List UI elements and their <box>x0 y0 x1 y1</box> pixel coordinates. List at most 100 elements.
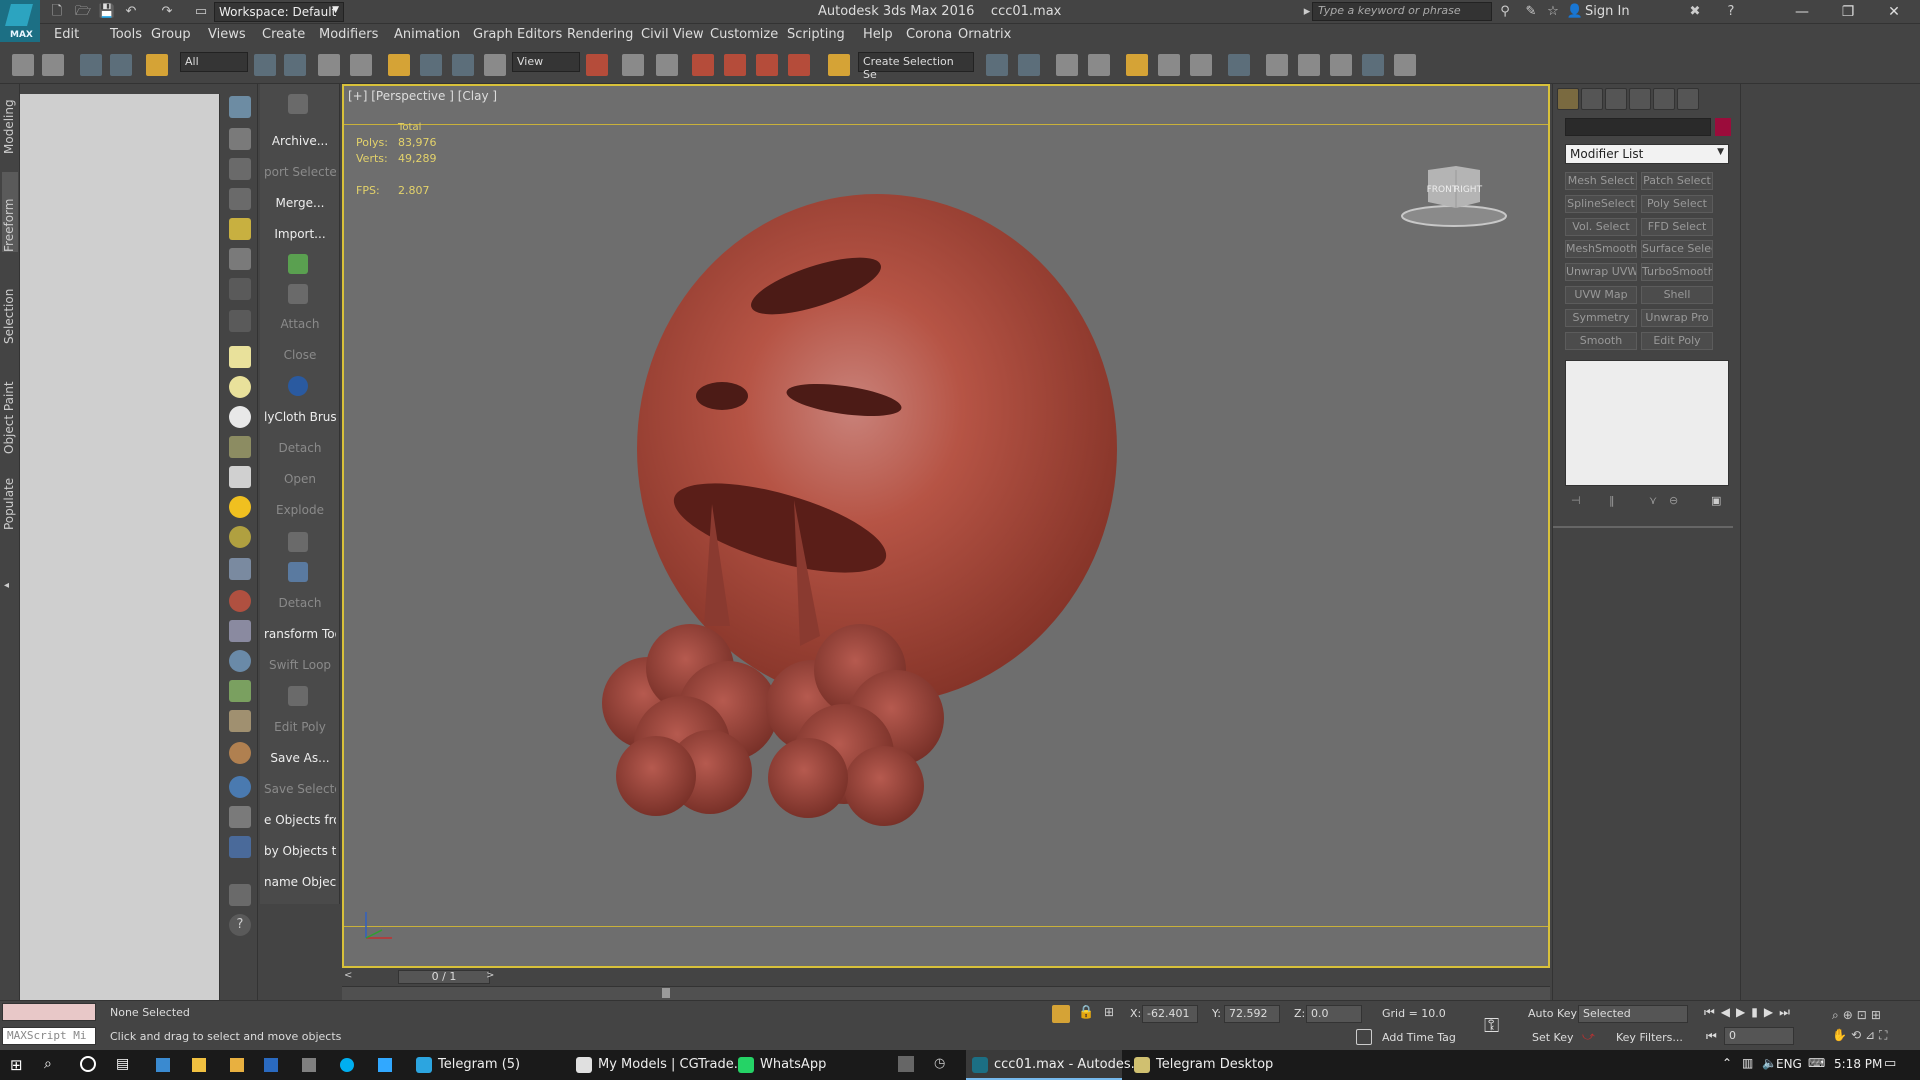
modifier-button-splineselect[interactable]: SplineSelect <box>1565 194 1637 213</box>
select-move-icon[interactable] <box>388 54 410 76</box>
pivot-center-icon[interactable] <box>586 54 608 76</box>
material-editor-icon[interactable] <box>1228 54 1250 76</box>
modifier-button-uvw-map[interactable]: UVW Map <box>1565 286 1637 304</box>
water-icon[interactable] <box>229 776 251 798</box>
database-icon[interactable] <box>229 836 251 858</box>
lock-icon[interactable]: 🔒 <box>1078 1005 1094 1020</box>
track-bar-marker[interactable] <box>662 988 670 998</box>
paint-icon[interactable] <box>229 590 251 612</box>
modify-tab-icon[interactable] <box>1581 88 1603 110</box>
menu-civil-view[interactable]: Civil View <box>641 27 704 42</box>
set-key-icon[interactable]: ⚿ <box>1484 1013 1499 1037</box>
binoculars-icon[interactable]: ⚲ <box>1496 3 1514 21</box>
schematic-view-icon[interactable] <box>1190 54 1212 76</box>
tab-selection[interactable]: Selection <box>2 274 18 344</box>
menu-create[interactable]: Create <box>262 27 305 42</box>
green-rect-icon[interactable] <box>288 254 308 274</box>
skype-icon[interactable] <box>340 1058 354 1072</box>
display-tab-icon[interactable] <box>1653 88 1675 110</box>
helper-icon[interactable] <box>229 310 251 332</box>
script-button-17[interactable]: by Objects to <box>264 844 336 858</box>
viewport-label[interactable]: [+] [Perspective ] [Clay ] <box>348 89 497 103</box>
script-button-13[interactable]: Edit Poly <box>264 720 336 734</box>
show-end-result-icon[interactable]: ‖ <box>1609 494 1615 507</box>
list-icon[interactable] <box>229 158 251 180</box>
motion-tab-icon[interactable] <box>1629 88 1651 110</box>
link-icon[interactable] <box>80 54 102 76</box>
menu-edit[interactable]: Edit <box>54 27 79 42</box>
percent-snap-icon[interactable] <box>756 54 778 76</box>
script-button-10[interactable]: Detach <box>264 596 336 610</box>
sphere-icon[interactable] <box>229 406 251 428</box>
menu-help[interactable]: Help <box>863 27 893 42</box>
perspective-viewport[interactable]: [+] [Perspective ] [Clay ] Total Polys: … <box>342 84 1550 968</box>
modifier-button-surface-select[interactable]: Surface Select <box>1641 240 1713 259</box>
object-color-swatch[interactable] <box>1715 118 1731 136</box>
ring-icon[interactable] <box>229 526 251 548</box>
shield-icon[interactable] <box>288 284 308 304</box>
copy-icon[interactable] <box>229 806 251 828</box>
menu-modifiers[interactable]: Modifiers <box>319 27 378 42</box>
calculator-icon[interactable] <box>156 1058 170 1072</box>
character-model[interactable] <box>544 126 1144 846</box>
taskbar-item[interactable]: WhatsApp <box>732 1050 882 1080</box>
angle-snap-icon[interactable] <box>724 54 746 76</box>
select-object-icon[interactable] <box>254 54 276 76</box>
z-coordinate-field[interactable]: 0.0 <box>1306 1005 1362 1023</box>
search-icon[interactable]: ⌕ <box>44 1056 52 1072</box>
auto-key-button[interactable]: Auto Key <box>1528 1007 1577 1020</box>
key-mode-dropdown[interactable]: Selected <box>1578 1005 1688 1023</box>
time-slider-handle[interactable]: 0 / 1 <box>398 970 490 984</box>
help-icon[interactable]: ? <box>1722 3 1740 21</box>
script-button-0[interactable]: Archive... <box>264 134 336 148</box>
curve-editor-icon[interactable] <box>1158 54 1180 76</box>
render-cloud-icon[interactable] <box>1362 54 1384 76</box>
script-button-3[interactable]: Import... <box>264 227 336 241</box>
script-button-9[interactable]: Explode <box>264 503 336 517</box>
default-tangent-icon[interactable]: ⤻ <box>1582 1029 1595 1044</box>
align-icon[interactable] <box>1018 54 1040 76</box>
dots-icon[interactable] <box>288 562 308 582</box>
previous-frame-icon[interactable]: < <box>344 970 352 981</box>
menu-tools[interactable]: Tools <box>110 27 142 42</box>
script-button-6[interactable]: lyCloth Brush <box>264 410 336 424</box>
modifier-button-edit-poly[interactable]: Edit Poly <box>1641 331 1713 350</box>
save-icon[interactable]: 💾 <box>98 3 116 21</box>
select-by-name-icon[interactable] <box>284 54 306 76</box>
mirror-icon[interactable] <box>986 54 1008 76</box>
modifier-button-unwrap-uvw[interactable]: Unwrap UVW <box>1565 263 1637 282</box>
add-time-tag-button[interactable]: Add Time Tag <box>1382 1031 1456 1044</box>
viewcube[interactable]: FRONT RIGHT <box>1394 156 1514 236</box>
script-button-5[interactable]: Close <box>264 348 336 362</box>
keyboard-shortcut-icon[interactable] <box>656 54 678 76</box>
taskbar-item[interactable]: My Models | CGTrade... <box>570 1050 746 1080</box>
app-menu-button[interactable]: MAX <box>0 0 40 42</box>
configure-sets-icon[interactable]: ▣ <box>1711 494 1721 507</box>
network-icon[interactable] <box>302 1058 316 1072</box>
script-button-14[interactable]: Save As... <box>264 751 336 765</box>
script-button-1[interactable]: port Selected <box>264 165 336 179</box>
plant-icon[interactable] <box>229 680 251 702</box>
isolate-selection-icon[interactable] <box>1052 1005 1070 1023</box>
keyboard-icon[interactable]: ⌨ <box>1808 1056 1825 1070</box>
subscription-icon[interactable]: ✎ <box>1522 3 1540 21</box>
help-icon[interactable]: ? <box>229 914 251 936</box>
script-button-2[interactable]: Merge... <box>264 196 336 210</box>
shield-icon[interactable] <box>288 94 308 114</box>
key-filters-button[interactable]: Key Filters... <box>1616 1031 1683 1044</box>
redo-icon[interactable] <box>42 54 64 76</box>
hierarchy-tab-icon[interactable] <box>1605 88 1627 110</box>
menu-ornatrix[interactable]: Ornatrix <box>958 27 1011 42</box>
rendered-frame-icon[interactable] <box>1298 54 1320 76</box>
language-indicator[interactable]: ENG <box>1776 1057 1802 1071</box>
cortana-icon[interactable] <box>80 1056 96 1072</box>
tab-modeling[interactable]: Modeling <box>2 88 18 154</box>
viewcube-right[interactable]: RIGHT <box>1454 185 1483 195</box>
desktop-icon[interactable] <box>264 1058 278 1072</box>
tray-overflow-icon[interactable]: ⌃ <box>1722 1056 1732 1070</box>
taskbar-item[interactable]: ccc01.max - Autodes... <box>966 1050 1143 1080</box>
window-crossing-icon[interactable] <box>350 54 372 76</box>
sun-icon[interactable] <box>229 496 251 518</box>
calculator-icon[interactable] <box>229 884 251 906</box>
ribbon-toggle-icon[interactable] <box>1126 54 1148 76</box>
